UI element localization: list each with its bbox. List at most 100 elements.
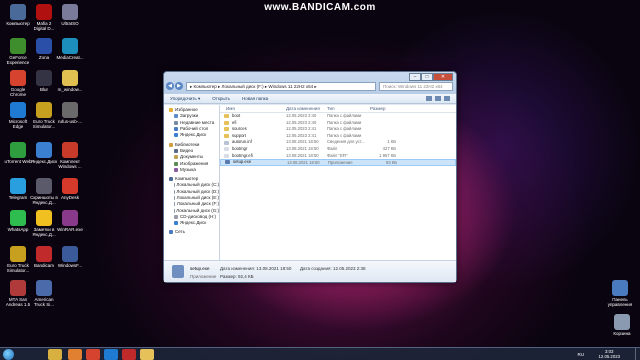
file-size: 1 КБ	[387, 139, 396, 145]
folder-window-icon[interactable]	[140, 349, 154, 360]
file-row[interactable]: efi 12.05.2023 2:40 Папка с файлами	[220, 120, 456, 127]
file-name-cell: efi	[220, 120, 286, 127]
address-bar[interactable]: ▸ Компьютер ▸ Локальный диск (F:) ▸ Wind…	[186, 82, 376, 91]
sidebar-item-label: Недавние места	[180, 119, 215, 125]
column-name[interactable]: Имя	[220, 105, 286, 112]
desktop-icon-item[interactable]: Bandicam	[30, 246, 58, 268]
explorer-window[interactable]: – □ ✕ ◀ ▶ ▸ Компьютер ▸ Локальный диск (…	[163, 71, 457, 283]
desktop-icon-item[interactable]: UltraISO	[56, 4, 84, 26]
desktop-icon-item[interactable]: WindowsF...	[56, 246, 84, 268]
usb-icon	[62, 102, 78, 118]
desktop-icon-item[interactable]: Корзина	[609, 314, 635, 336]
desktop-icon-item[interactable]: Blur	[30, 70, 58, 92]
view-options-icon[interactable]	[426, 96, 432, 101]
desktop-icon-item[interactable]: Заметки в Яндекс.Д...	[30, 210, 58, 237]
sidebar-item-label: Документы	[180, 154, 204, 160]
file-name: setup.exe	[233, 160, 252, 165]
desktop-icon-item[interactable]: Скриншоты в Яндекс.Д...	[30, 178, 58, 205]
maximize-button[interactable]: □	[421, 73, 433, 81]
file-date: 12.05.2023 2:41	[286, 132, 317, 138]
desktop-icon-item[interactable]: m_window...	[56, 70, 84, 92]
desktop-icon-item[interactable]: Telegram	[4, 178, 32, 200]
open-button[interactable]: Открыть	[212, 96, 230, 101]
documents-icon	[174, 155, 178, 160]
details-size: Размер: 92,4 КБ	[220, 274, 254, 279]
file-row[interactable]: support 12.05.2023 2:41 Папка с файлами	[220, 133, 456, 140]
file-type: Приложение	[328, 160, 353, 165]
file-name-cell: setup.exe	[221, 160, 287, 165]
organize-button[interactable]: Упорядочить ▾	[170, 96, 200, 102]
file-size	[370, 113, 400, 120]
edge-icon[interactable]	[104, 349, 118, 360]
desktop-icon-label: Панель управления	[607, 297, 633, 307]
file-row[interactable]: bootmgr 13.08.2021 18:50 Файл 427 КБ	[220, 146, 456, 153]
file-date: 13.08.2021 18:50	[286, 145, 319, 151]
yadisk-icon	[36, 142, 52, 158]
show-desktop-button[interactable]	[635, 348, 640, 360]
desktop-icon-item[interactable]: American Truck Si...	[30, 280, 58, 307]
desktop-icon-item[interactable]: MediaCreat...	[56, 38, 84, 60]
file-row[interactable]: sources 12.05.2023 2:41 Папка с файлами	[220, 126, 456, 133]
desktop-icon-item[interactable]: AnyDesk	[56, 178, 84, 200]
clock[interactable]: 3:03 12.05.2023	[598, 349, 620, 359]
file-name: autorun.inf	[232, 139, 252, 145]
folder-icon	[62, 70, 78, 86]
explorer-icon[interactable]	[48, 349, 62, 360]
desktop-icon-label: MTA San Andreas 1.5	[5, 297, 31, 307]
desktop-icon-label: Blur	[39, 87, 48, 92]
file-name: efi	[232, 119, 237, 125]
library-icon	[169, 142, 173, 147]
new-folder-button[interactable]: Новая папка	[242, 96, 268, 101]
desktop-icon-item[interactable]: Microsoft Edge	[4, 102, 32, 129]
desktop-icon-label: Заметки в Яндекс.Д...	[32, 227, 56, 237]
file-row[interactable]: autorun.inf 13.08.2021 18:50 Сведения для …	[220, 139, 456, 146]
file-type: Папка с файлами	[327, 132, 362, 138]
sidebar-item[interactable]: Сеть	[164, 229, 219, 235]
back-arrow-icon[interactable]: ◀	[166, 82, 174, 90]
desktop-icon-item[interactable]: GeForce Experience	[4, 38, 32, 65]
close-button[interactable]: ✕	[433, 73, 453, 81]
desktop-icon-item[interactable]: MTA San Andreas 1.5	[4, 280, 32, 307]
file-list: Имя Дата изменения Тип Размер boot 12.05.…	[220, 105, 456, 261]
desktop-icon-label: Bandicam	[33, 263, 54, 268]
desktop-icon-item[interactable]: WinRAR.exe	[56, 210, 84, 232]
sidebar-item-label: Сеть	[175, 229, 186, 235]
winrar-icon	[62, 210, 78, 226]
minimize-button[interactable]: –	[409, 73, 421, 81]
desktop-icon-item[interactable]: Google Chrome	[4, 70, 32, 97]
desktop-icon-label: AnyDesk	[60, 195, 79, 200]
desktop-icon-item[interactable]: WhatsApp	[4, 210, 32, 232]
desktop-icon-item[interactable]: Zona	[30, 38, 58, 60]
desktop-icon-item[interactable]: Компьютер	[4, 4, 32, 26]
forward-arrow-icon[interactable]: ▶	[175, 82, 183, 90]
media-player-icon[interactable]	[68, 349, 82, 360]
help-icon[interactable]	[444, 96, 450, 101]
desktop-icon-item[interactable]: uTorrent Web	[4, 142, 32, 164]
chrome-icon[interactable]	[86, 349, 100, 360]
file-date: 12.05.2023 2:40	[286, 119, 317, 125]
desktop-icon-item[interactable]: Euro Truck Simulator...	[4, 246, 32, 273]
game-icon	[36, 4, 52, 20]
folder-icon	[224, 127, 229, 132]
language-indicator[interactable]: RU	[578, 352, 585, 357]
file-row[interactable]: boot 12.05.2023 2:40 Папка с файлами	[220, 113, 456, 120]
desktop-icon-item[interactable]: Mafia 2 Digital D...	[30, 4, 58, 31]
column-date[interactable]: Дата изменения	[286, 105, 327, 112]
window-titlebar[interactable]: – □ ✕ ◀ ▶ ▸ Компьютер ▸ Локальный диск (…	[164, 72, 456, 94]
desktop-icon-item[interactable]: Яндекс.Диск	[30, 142, 58, 164]
search-input[interactable]: Поиск: Windows 11 22H2 x64	[379, 82, 453, 91]
column-type[interactable]: Тип	[327, 105, 370, 112]
desktop-icon-item[interactable]: rufus-usb-...	[56, 102, 84, 124]
desktop-icon-label: MediaCreat...	[56, 55, 84, 60]
bandicam-icon[interactable]	[122, 349, 136, 360]
downloads-icon	[174, 114, 178, 119]
desktop-icon-item[interactable]: Euro Truck Simulator...	[30, 102, 58, 129]
desktop-icon-item[interactable]: Панель управления	[607, 280, 633, 307]
file-row[interactable]: setup.exe 13.08.2021 18:50 Приложение 93 КБ	[220, 159, 456, 166]
preview-pane-icon[interactable]	[435, 96, 441, 101]
column-size[interactable]: Размер	[370, 105, 400, 112]
file-row[interactable]: bootmgr.efi 13.08.2021 18:50 Файл "EFI" 1 9…	[220, 153, 456, 160]
truck-icon	[10, 246, 26, 262]
desktop-icon-item[interactable]: Комплект Windows ...	[56, 142, 84, 169]
start-button[interactable]	[3, 349, 14, 360]
